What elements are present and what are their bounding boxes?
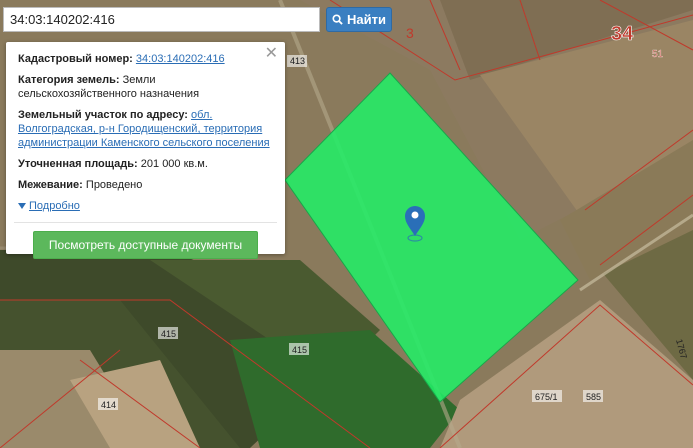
search-button-label: Найти — [347, 12, 386, 27]
map-label-415-a: 415 — [161, 329, 176, 339]
map-label-585: 585 — [586, 392, 601, 402]
more-details-link[interactable]: Подробно — [18, 199, 273, 213]
address-label: Земельный участок по адресу: — [18, 109, 188, 121]
map-label-415-b: 415 — [292, 345, 307, 355]
more-details-label[interactable]: Подробно — [29, 199, 80, 213]
search-icon — [332, 14, 343, 25]
map-label-region: 34 — [611, 23, 634, 45]
area-value: 201 000 кв.м. — [140, 158, 208, 170]
survey-value: Проведено — [85, 179, 143, 191]
survey-row: Межевание: Проведено — [18, 178, 273, 192]
area-row: Уточненная площадь: 201 000 кв.м. — [18, 157, 273, 171]
cadastral-row: Кадастровый номер: 34:03:140202:416 — [18, 52, 273, 66]
parcel-info-panel: ✕ Кадастровый номер: 34:03:140202:416 Ка… — [6, 42, 285, 259]
category-label: Категория земель: — [18, 74, 120, 86]
close-icon[interactable]: ✕ — [265, 46, 278, 62]
view-documents-button[interactable]: Посмотреть доступные документы — [33, 231, 258, 259]
address-row: Земельный участок по адресу: обл. Волгог… — [18, 108, 273, 150]
map-label-3: 3 — [406, 25, 414, 41]
map-label-414: 414 — [101, 400, 116, 410]
cadastral-label: Кадастровый номер: — [18, 53, 133, 65]
cadastral-link[interactable]: 34:03:140202:416 — [136, 53, 225, 65]
map-label-675-1: 675/1 — [535, 392, 558, 402]
search-button[interactable]: Найти — [326, 7, 392, 32]
category-row: Категория земель: Земли сельскохозяйстве… — [18, 73, 273, 101]
map-label-51: 51 — [652, 49, 664, 60]
search-input[interactable] — [3, 7, 320, 32]
area-label: Уточненная площадь: — [18, 158, 138, 170]
map-label-413-fg: 413 — [290, 56, 305, 66]
triangle-down-icon — [18, 203, 26, 209]
survey-label: Межевание: — [18, 179, 83, 191]
divider — [14, 222, 277, 223]
